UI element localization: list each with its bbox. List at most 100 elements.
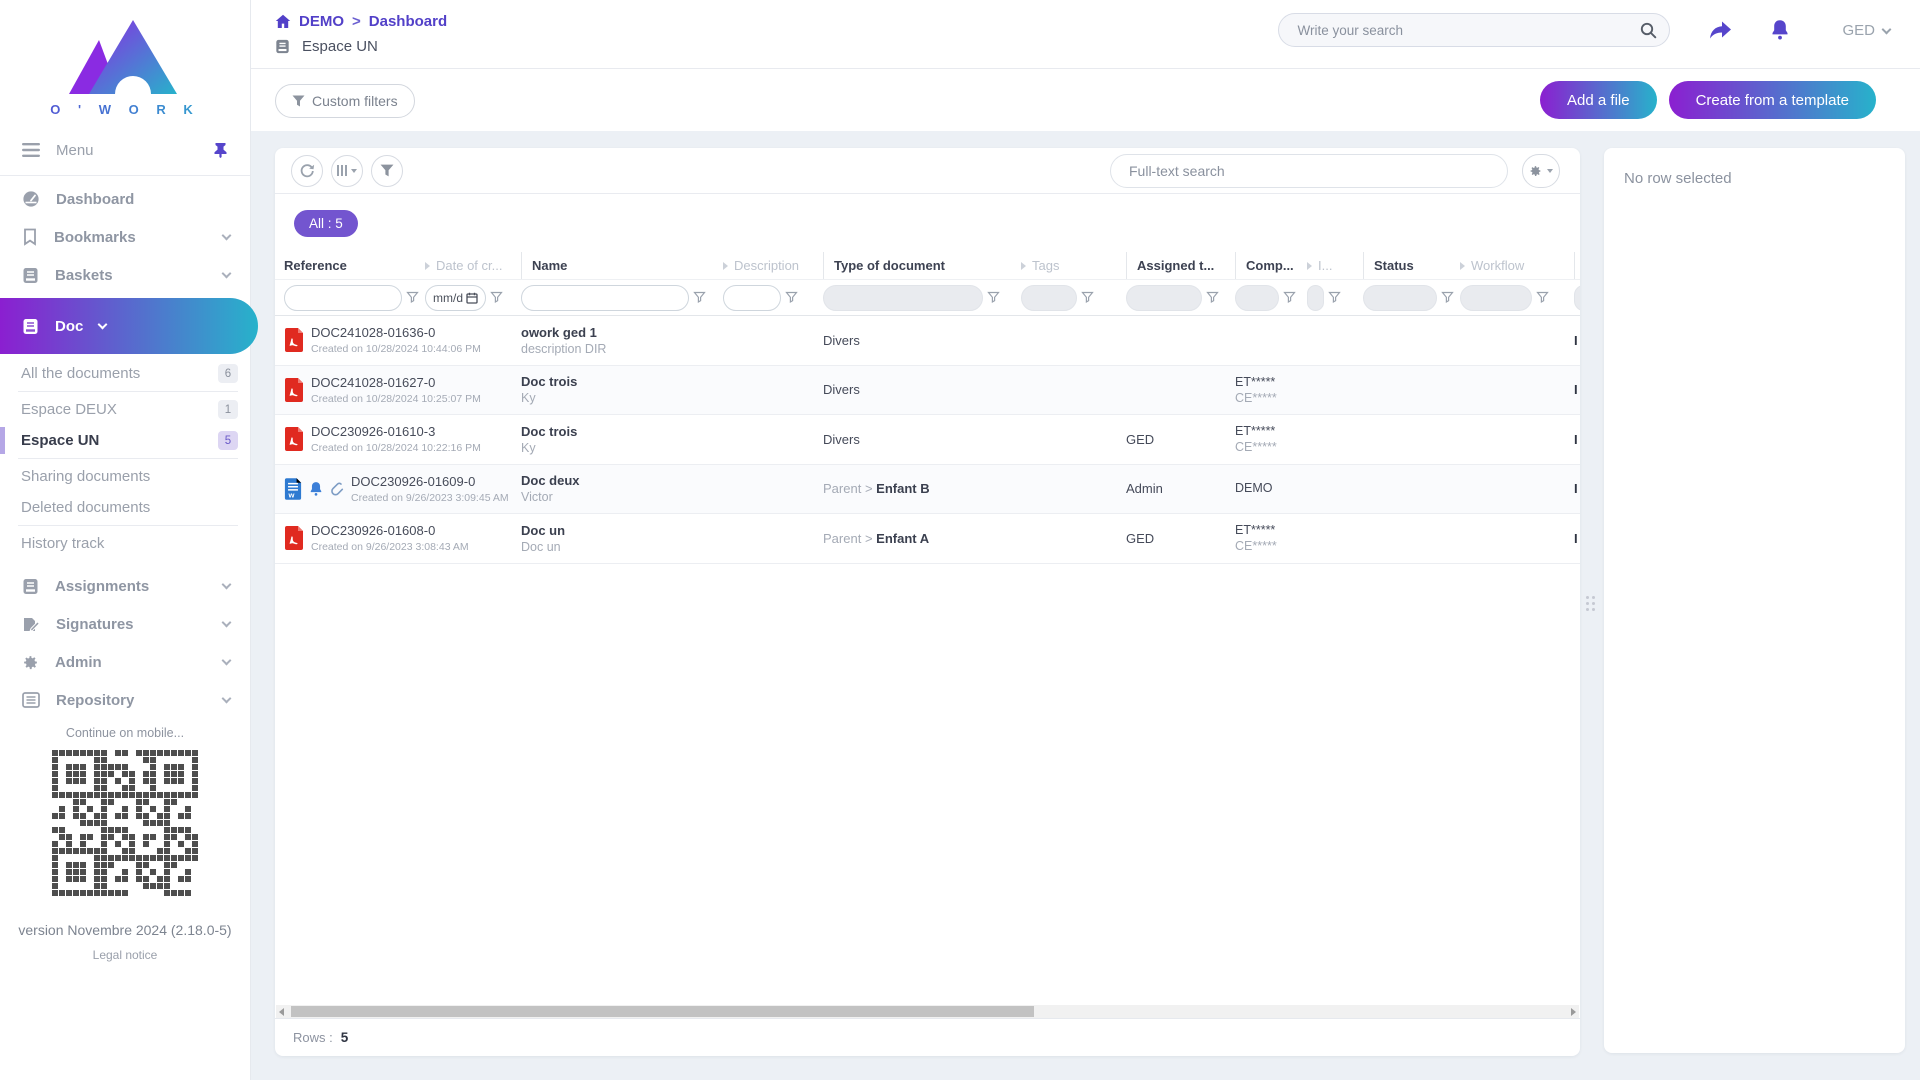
sidebar-item-admin[interactable]: Admin [0,643,250,681]
document-type: Parent > Enfant A [823,531,1021,546]
filter-button[interactable] [371,155,403,187]
filter-funnel-icon[interactable] [406,291,419,304]
column-header-i[interactable]: I... [1307,252,1363,279]
add-file-button[interactable]: Add a file [1540,81,1657,119]
expand-column-icon[interactable] [1307,262,1312,270]
filter-status-input[interactable] [1363,285,1437,311]
column-header-name[interactable]: Name [521,252,723,279]
column-header-description[interactable]: Description [723,252,823,279]
fulltext-search-input[interactable] [1110,154,1508,188]
column-header-y[interactable]: Y [1574,252,1585,279]
share-button[interactable] [1708,20,1732,40]
sidebar-item-dashboard[interactable]: Dashboard [0,180,250,218]
filter-funnel-icon[interactable] [1441,291,1454,304]
pin-icon[interactable] [213,142,228,158]
filter-funnel-icon[interactable] [1283,291,1296,304]
filter-tags-input[interactable] [1021,285,1077,311]
document-name: Doc un [521,523,723,538]
expand-column-icon[interactable] [1460,262,1465,270]
sidebar-item-repository[interactable]: Repository [0,681,250,719]
columns-button[interactable] [331,155,363,187]
column-header-tags[interactable]: Tags [1021,252,1126,279]
column-header-assigned[interactable]: Assigned t... [1126,252,1235,279]
chevron-down-icon [351,169,357,173]
home-icon[interactable] [275,14,291,29]
profile-menu[interactable]: GED [1842,22,1890,39]
column-header-reference[interactable]: Reference [284,252,425,279]
filter-funnel-icon[interactable] [987,291,1000,304]
column-header-workflow[interactable]: Workflow [1460,252,1574,279]
filter-i-input[interactable] [1307,285,1324,311]
column-header-company[interactable]: Comp... [1235,252,1307,279]
scroll-left-arrow[interactable] [279,1008,284,1016]
company-line1: DEMO [1235,481,1307,495]
expand-column-icon[interactable] [425,262,430,270]
scrollbar-thumb[interactable] [291,1006,1034,1017]
column-header-type[interactable]: Type of document [823,252,1021,279]
filter-funnel-icon[interactable] [1206,291,1219,304]
column-header-status[interactable]: Status [1363,252,1460,279]
expand-column-icon[interactable] [723,262,728,270]
horizontal-scrollbar[interactable] [276,1005,1579,1018]
sidebar-divider [0,175,250,176]
sidebar-item-bookmarks[interactable]: Bookmarks [0,218,250,256]
filter-assigned-input[interactable] [1126,285,1202,311]
filter-y-input[interactable] [1574,285,1580,311]
subitem-label: Espace DEUX [21,401,218,418]
columns-icon [337,165,347,176]
filter-funnel-icon[interactable] [1081,291,1094,304]
document-type: Divers [823,333,1021,348]
company-line1: ET***** [1235,424,1307,438]
breadcrumb-current[interactable]: Dashboard [369,13,447,30]
table-row[interactable]: DOC241028-01627-0 Created on 10/28/2024 … [275,366,1580,416]
filter-funnel-icon[interactable] [1536,291,1549,304]
sidebar-item-signatures[interactable]: Signatures [0,605,250,643]
sidebar-item-label: Assignments [55,578,207,595]
search-icon[interactable] [1640,22,1657,39]
expand-column-icon[interactable] [1021,262,1026,270]
filter-funnel-icon[interactable] [693,291,706,304]
sidebar-item-assignments[interactable]: Assignments [0,567,250,605]
filter-funnel-icon[interactable] [785,291,798,304]
filter-description-input[interactable] [723,285,781,311]
filter-company-input[interactable] [1235,285,1279,311]
table-row[interactable]: DOC230926-01610-3 Created on 10/28/2024 … [275,415,1580,465]
create-from-template-button[interactable]: Create from a template [1669,81,1876,119]
sidebar-subitem-espace-deux[interactable]: Espace DEUX 1 [0,394,250,425]
document-description: Ky [521,441,723,455]
column-header-date[interactable]: Date of cr... [425,252,521,279]
menu-toggle[interactable]: Menu [0,133,250,167]
filter-type-input[interactable] [823,285,983,311]
table-row[interactable]: DOC241028-01636-0 Created on 10/28/2024 … [275,316,1580,366]
filter-funnel-icon[interactable] [1328,291,1341,304]
global-search-input[interactable] [1295,22,1640,39]
sidebar-subitem-all-documents[interactable]: All the documents 6 [0,358,250,389]
sidebar-subitem-sharing-documents[interactable]: Sharing documents [0,461,250,492]
sidebar-item-doc-active[interactable]: Doc [0,298,258,354]
notifications-button[interactable] [1770,19,1790,41]
refresh-button[interactable] [291,155,323,187]
filter-reference-input[interactable] [284,285,402,311]
table-row[interactable]: DOC230926-01608-0 Created on 9/26/2023 3… [275,514,1580,564]
legal-notice-link[interactable]: Legal notice [0,948,250,962]
filter-workflow-input[interactable] [1460,285,1532,311]
sidebar-subitem-history-track[interactable]: History track [0,528,250,559]
filter-date-input[interactable]: mm/d [425,285,486,311]
document-description: Victor [521,490,723,504]
table-settings-button[interactable] [1522,154,1560,188]
sidebar-item-baskets[interactable]: Baskets [0,256,250,294]
app-logo[interactable]: O ' W O R K [0,0,250,117]
document-reference: DOC241028-01636-0 [311,325,481,340]
scroll-right-arrow[interactable] [1571,1008,1576,1016]
filter-name-input[interactable] [521,285,689,311]
document-type: Divers [823,432,1021,447]
filter-funnel-icon[interactable] [490,291,503,304]
all-count-tab[interactable]: All : 5 [294,210,358,237]
sidebar-subitem-espace-un[interactable]: Espace UN 5 [0,425,250,456]
breadcrumb-root[interactable]: DEMO [299,13,344,30]
sidebar-subitem-deleted-documents[interactable]: Deleted documents [0,492,250,523]
custom-filters-button[interactable]: Custom filters [275,84,415,118]
document-reference: DOC230926-01610-3 [311,424,481,439]
panel-resize-handle[interactable] [1586,596,1598,622]
table-row[interactable]: w DOC230926-01609-0 Created on 9/26/2023… [275,465,1580,515]
